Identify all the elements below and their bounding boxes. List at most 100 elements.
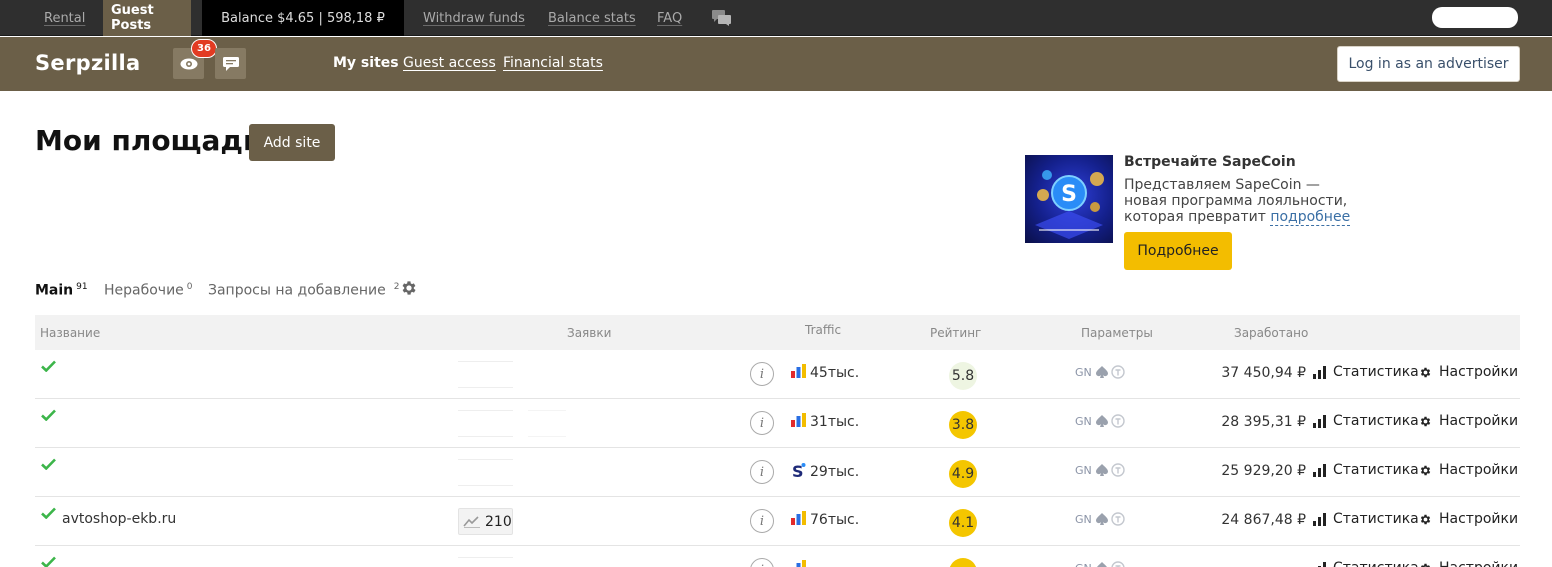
traffic-cell: [791, 560, 810, 567]
info-icon[interactable]: i: [750, 362, 774, 386]
statistics-label: Статистика: [1333, 560, 1419, 567]
col-earned[interactable]: Заработано: [1234, 326, 1308, 340]
gear-icon[interactable]: [400, 279, 418, 301]
site-name[interactable]: avtoshop-ekb.ru: [62, 511, 176, 527]
svg-text:S: S: [1061, 182, 1077, 207]
traffic-value: 31тыс.: [810, 414, 860, 430]
check-icon: [41, 458, 56, 470]
promo-text: Представляем SapeCoin — новая программа …: [1124, 177, 1364, 226]
earned-amount: 37 450,94 ₽: [1221, 365, 1306, 381]
balance-stats-link[interactable]: Balance stats: [548, 11, 636, 26]
gn-label: GN: [1075, 562, 1092, 567]
settings-label: Настройки: [1439, 462, 1519, 478]
traffic-source-icon: [791, 511, 810, 529]
yandex-traffic-icon: [791, 511, 806, 525]
yandex-traffic-icon: [796, 560, 806, 567]
col-traffic[interactable]: Traffic: [805, 323, 841, 337]
user-menu[interactable]: [1432, 7, 1518, 28]
statistics-link[interactable]: Статистика: [1313, 364, 1419, 380]
my-sites-link[interactable]: My sites: [333, 55, 399, 71]
table-row: i S 29тыс. 4.9 GN 25 929,20 ₽ Статистика …: [35, 448, 1520, 497]
requests-box-secondary[interactable]: [528, 410, 566, 437]
gear-icon: [1420, 367, 1431, 377]
table-row: i GN Статистика Настройки: [35, 546, 1520, 567]
guest-access-link[interactable]: Guest access: [403, 55, 496, 71]
faq-link[interactable]: FAQ: [657, 11, 682, 26]
site-header: Serpzilla 36 My sites Guest access Finan…: [0, 37, 1552, 91]
table-row: avtoshop-ekb.ru 210 i 76тыс. 4.1 GN 24 8…: [35, 497, 1520, 546]
promo-more-link[interactable]: подробнее: [1270, 209, 1351, 226]
traffic-cell: 31тыс.: [791, 413, 859, 431]
info-icon[interactable]: i: [750, 411, 774, 435]
promo-title: Встречайте SapeCoin: [1124, 154, 1296, 170]
add-site-button[interactable]: Add site: [249, 124, 335, 161]
settings-link[interactable]: Настройки: [1419, 511, 1518, 527]
guest-posts-tab[interactable]: Guest Posts: [103, 0, 191, 36]
requests-box[interactable]: [458, 557, 513, 567]
tab-broken-count: 0: [186, 282, 193, 292]
withdraw-funds-link[interactable]: Withdraw funds: [423, 11, 525, 26]
table-row: i 45тыс. 5.8 GN 37 450,94 ₽ Статистика Н…: [35, 350, 1520, 399]
settings-link[interactable]: Настройки: [1419, 364, 1518, 380]
info-icon[interactable]: i: [750, 509, 774, 533]
messages-icon[interactable]: [215, 48, 246, 79]
settings-link[interactable]: Настройки: [1419, 462, 1518, 478]
info-icon[interactable]: i: [750, 558, 774, 567]
promo-more-button[interactable]: Подробнее: [1124, 232, 1232, 270]
financial-stats-link[interactable]: Financial stats: [503, 55, 603, 71]
yandex-traffic-icon: [791, 364, 806, 378]
tab-main-count: 91: [76, 282, 88, 292]
traffic-cell: 45тыс.: [791, 364, 859, 382]
tab-main[interactable]: Main 91: [35, 282, 88, 299]
requests-box[interactable]: 210: [458, 508, 513, 535]
statistics-label: Статистика: [1333, 413, 1419, 429]
traffic-cell: S 29тыс.: [791, 462, 859, 482]
t-circle-icon: [1111, 561, 1125, 567]
tab-requests-count: 2: [393, 282, 400, 292]
earned-amount: 28 395,31 ₽: [1221, 414, 1306, 430]
statistics-label: Статистика: [1333, 364, 1419, 380]
chat-icon[interactable]: [712, 0, 732, 36]
settings-link[interactable]: Настройки: [1419, 560, 1518, 567]
rental-link[interactable]: Rental: [44, 11, 85, 26]
table-row: i 31тыс. 3.8 GN 28 395,31 ₽ Статистика Н…: [35, 399, 1520, 448]
statistics-label: Статистика: [1333, 462, 1419, 478]
check-icon: [41, 360, 56, 372]
traffic-source-icon: [791, 364, 810, 382]
page-title: Мои площадки: [35, 124, 282, 157]
traffic-value: 45тыс.: [810, 365, 860, 381]
col-params: Параметры: [1081, 326, 1153, 340]
settings-label: Настройки: [1439, 560, 1518, 567]
balance-display: Balance $4.65 | 598,18 ₽: [202, 0, 404, 36]
params-cell: GN: [1075, 561, 1125, 567]
statistics-link[interactable]: Статистика: [1313, 511, 1419, 527]
login-advertiser-button[interactable]: Log in as an advertiser: [1337, 46, 1520, 82]
logo[interactable]: Serpzilla: [35, 51, 140, 75]
statistics-link[interactable]: Статистика: [1313, 462, 1419, 478]
requests-box[interactable]: [458, 361, 513, 388]
check-icon: [41, 409, 56, 421]
col-name[interactable]: Название: [40, 326, 100, 340]
table-header: Название Заявки Traffic Рейтинг Параметр…: [35, 315, 1520, 350]
col-rating[interactable]: Рейтинг: [930, 326, 981, 340]
traffic-cell: 76тыс.: [791, 511, 859, 529]
rating-badge: 4.9: [949, 460, 977, 488]
gear-icon: [1420, 465, 1431, 475]
statistics-link[interactable]: Статистика: [1313, 560, 1419, 567]
settings-label: Настройки: [1439, 511, 1519, 527]
rating-badge: [949, 558, 977, 567]
info-icon[interactable]: i: [750, 460, 774, 484]
settings-link[interactable]: Настройки: [1419, 413, 1518, 429]
yandex-traffic-icon: [791, 413, 806, 427]
bar-chart-icon: [1318, 561, 1326, 567]
col-requests[interactable]: Заявки: [567, 326, 611, 340]
rating-badge: 3.8: [949, 411, 977, 439]
statistics-link[interactable]: Статистика: [1313, 413, 1419, 429]
sapecoin-promo-image[interactable]: S: [1025, 155, 1113, 243]
tab-broken[interactable]: Нерабочие 0: [104, 282, 193, 299]
requests-box[interactable]: [458, 459, 513, 486]
gear-icon: [1420, 514, 1431, 524]
requests-box[interactable]: [458, 410, 513, 437]
tab-requests[interactable]: Запросы на добавление 2: [208, 282, 399, 299]
earned-amount: 25 929,20 ₽: [1221, 463, 1306, 479]
